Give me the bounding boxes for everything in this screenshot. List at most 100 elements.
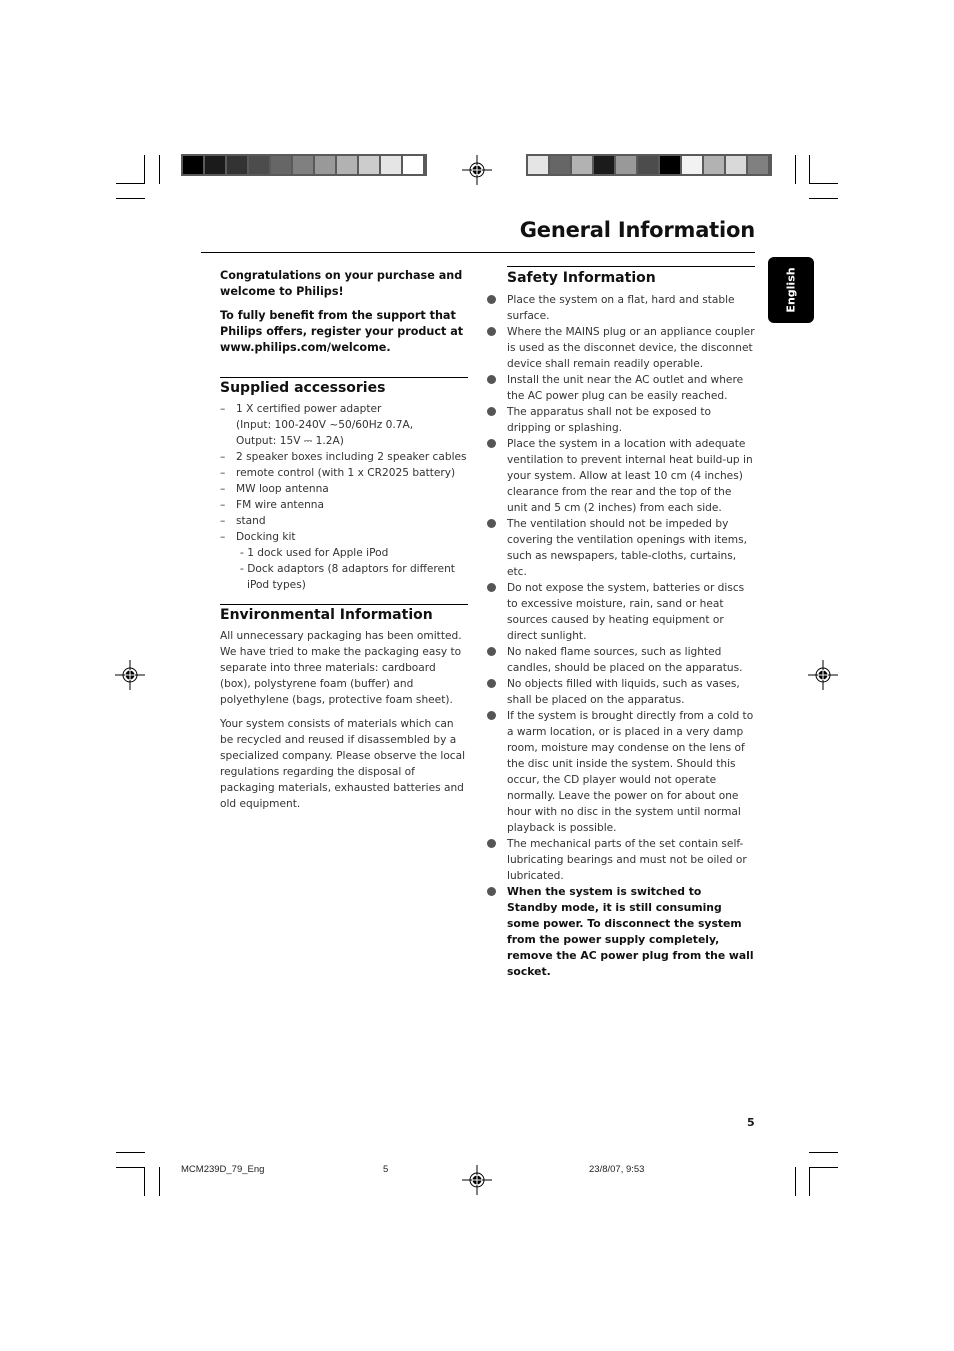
safety-item: The mechanical parts of the set contain …: [487, 836, 755, 884]
color-swatch: [183, 156, 203, 174]
crop-mark: [809, 198, 838, 199]
accessory-item: remote control (with 1 x CR2025 battery): [220, 465, 468, 481]
accessory-text: FM wire antenna: [236, 499, 325, 511]
title-divider: [201, 252, 755, 253]
accessory-text: (Input: 100-240V ~50/60Hz 0.7A,: [236, 419, 414, 431]
footer-page: 5: [383, 1164, 389, 1175]
crop-mark: [116, 1167, 145, 1168]
docking-kit-sublist: - 1 dock used for Apple iPod - Dock adapt…: [220, 545, 468, 593]
safety-text: Place the system in a location with adeq…: [507, 438, 753, 514]
color-swatch: [704, 156, 724, 174]
crop-mark: [809, 183, 838, 184]
color-swatch: [359, 156, 379, 174]
docking-kit-item: - 1 dock used for Apple iPod: [220, 545, 468, 561]
crop-mark: [809, 1167, 838, 1168]
crop-mark: [809, 155, 810, 184]
footer-datetime: 23/8/07, 9:53: [589, 1164, 645, 1175]
grayscale-calibration-bar-left: [181, 154, 427, 176]
accessories-list: 1 X certified power adapter (Input: 100-2…: [220, 401, 468, 545]
safety-text: The mechanical parts of the set contain …: [507, 838, 747, 882]
section-heading: Safety Information: [507, 266, 755, 287]
paragraph: Your system consists of materials which …: [220, 718, 466, 810]
color-swatch: [403, 156, 423, 174]
page-number: 5: [747, 1116, 755, 1129]
color-swatch: [594, 156, 614, 174]
bullet-icon: [487, 439, 496, 448]
color-swatch: [227, 156, 247, 174]
color-swatch: [660, 156, 680, 174]
registration-target-icon: [115, 660, 145, 690]
bullet-icon: [487, 583, 496, 592]
section-heading: Environmental Information: [220, 604, 468, 624]
safety-text: Do not expose the system, batteries or d…: [507, 582, 745, 642]
accessory-item: FM wire antenna: [220, 497, 468, 513]
footer-file-name: MCM239D_79_Eng: [181, 1164, 265, 1175]
safety-text: If the system is brought directly from a…: [507, 710, 754, 834]
safety-text: The apparatus shall not be exposed to dr…: [507, 406, 711, 434]
left-column: Congratulations on your purchase and wel…: [220, 268, 468, 820]
safety-item: No naked flame sources, such as lighted …: [487, 644, 755, 676]
crop-mark: [795, 155, 796, 184]
safety-item: The apparatus shall not be exposed to dr…: [487, 404, 755, 436]
color-swatch: [293, 156, 313, 174]
registration-target-icon: [462, 155, 492, 185]
safety-text: When the system is switched to Standby m…: [507, 885, 754, 978]
safety-text: Where the MAINS plug or an appliance cou…: [507, 326, 755, 370]
safety-text: Install the unit near the AC outlet and …: [507, 374, 744, 402]
language-tab-label: English: [784, 267, 798, 313]
grayscale-calibration-bar-right: [526, 154, 772, 176]
color-swatch: [205, 156, 225, 174]
accessory-text: MW loop antenna: [236, 483, 329, 495]
bullet-icon: [487, 679, 496, 688]
docking-kit-item: - Dock adaptors (8 adaptors for differen…: [220, 561, 468, 577]
color-swatch: [528, 156, 548, 174]
safety-text: The ventilation should not be impeded by…: [507, 518, 748, 578]
crop-mark: [809, 1152, 838, 1153]
safety-warning-item: When the system is switched to Standby m…: [487, 884, 755, 980]
safety-item: If the system is brought directly from a…: [487, 708, 755, 836]
right-column: Safety Information Place the system on a…: [487, 266, 755, 980]
docking-kit-text: - Dock adaptors (8 adaptors for differen…: [240, 563, 455, 575]
docking-kit-item: iPod types): [220, 577, 468, 593]
color-swatch: [572, 156, 592, 174]
color-swatch: [682, 156, 702, 174]
accessory-text: stand: [236, 515, 266, 527]
supplied-accessories-section: Supplied accessories 1 X certified power…: [220, 377, 468, 593]
crop-mark: [795, 1167, 796, 1196]
accessory-item: 1 X certified power adapter (Input: 100-2…: [220, 401, 468, 449]
crop-mark: [159, 1167, 160, 1196]
crop-mark: [144, 155, 145, 184]
intro-greeting: Congratulations on your purchase and wel…: [220, 269, 463, 298]
color-swatch: [726, 156, 746, 174]
bullet-icon: [487, 295, 496, 304]
registration-target-icon: [462, 1165, 492, 1195]
safety-item: Install the unit near the AC outlet and …: [487, 372, 755, 404]
color-swatch: [249, 156, 269, 174]
bullet-icon: [487, 375, 496, 384]
accessory-item: MW loop antenna: [220, 481, 468, 497]
safety-item: No objects filled with liquids, such as …: [487, 676, 755, 708]
crop-mark: [159, 155, 160, 184]
paragraph: All unnecessary packaging has been omitt…: [220, 630, 462, 706]
accessory-text: Docking kit: [236, 531, 296, 543]
accessory-item: Docking kit: [220, 529, 468, 545]
safety-item: Place the system in a location with adeq…: [487, 436, 755, 516]
crop-mark: [144, 1167, 145, 1196]
safety-list: Place the system on a flat, hard and sta…: [487, 292, 755, 980]
color-swatch: [337, 156, 357, 174]
safety-text: No objects filled with liquids, such as …: [507, 678, 740, 706]
color-swatch: [748, 156, 768, 174]
safety-item: Do not expose the system, batteries or d…: [487, 580, 755, 644]
accessory-text: remote control (with 1 x CR2025 battery): [236, 467, 456, 479]
crop-mark: [116, 1152, 145, 1153]
crop-mark: [116, 198, 145, 199]
docking-kit-text: iPod types): [247, 579, 306, 591]
safety-item: Place the system on a flat, hard and sta…: [487, 292, 755, 324]
docking-kit-text: - 1 dock used for Apple iPod: [240, 547, 389, 559]
bullet-icon: [487, 519, 496, 528]
accessory-text: 2 speaker boxes including 2 speaker cabl…: [236, 451, 467, 463]
bullet-icon: [487, 711, 496, 720]
accessory-text: 1 X certified power adapter: [236, 403, 382, 415]
intro-register: To fully benefit from the support that P…: [220, 309, 464, 354]
registration-target-icon: [808, 660, 838, 690]
